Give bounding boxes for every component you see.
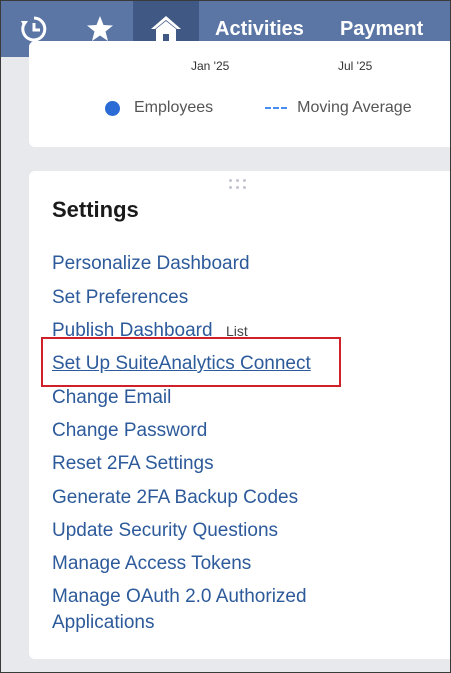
star-icon	[87, 16, 113, 41]
x-axis-tick: Jan '25	[191, 59, 230, 73]
link-change-email[interactable]: Change Email	[52, 387, 171, 409]
screenshot-frame: Activities Payment Jan '25 Jul '25 Emplo…	[0, 0, 451, 673]
moving-average-legend-dash-icon	[265, 107, 288, 109]
x-axis-tick: Jul '25	[338, 59, 373, 73]
link-set-preferences[interactable]: Set Preferences	[52, 287, 188, 309]
employees-chart-card: Jan '25 Jul '25 Employees Moving Average	[29, 41, 450, 147]
employees-legend-dot-icon	[105, 100, 120, 116]
link-manage-oauth-line1[interactable]: Manage OAuth 2.0 Authorized	[52, 586, 307, 608]
settings-title: Settings	[52, 197, 139, 222]
link-manage-oauth-line2[interactable]: Applications	[52, 612, 154, 634]
link-change-password[interactable]: Change Password	[52, 420, 207, 442]
link-update-security-questions[interactable]: Update Security Questions	[52, 520, 278, 542]
link-personalize-dashboard[interactable]: Personalize Dashboard	[52, 253, 250, 275]
legend-employees[interactable]: Employees	[134, 99, 213, 117]
highlight-box	[41, 337, 341, 387]
chart-legend: Employees Moving Average	[105, 99, 412, 117]
recent-history-icon	[21, 16, 47, 42]
link-reset-2fa-settings[interactable]: Reset 2FA Settings	[52, 453, 214, 475]
drag-handle-icon[interactable]	[229, 179, 246, 189]
link-manage-access-tokens[interactable]: Manage Access Tokens	[52, 553, 251, 575]
legend-moving-average[interactable]: Moving Average	[297, 99, 411, 117]
home-icon	[151, 16, 181, 42]
link-generate-2fa-backup-codes[interactable]: Generate 2FA Backup Codes	[52, 487, 298, 509]
